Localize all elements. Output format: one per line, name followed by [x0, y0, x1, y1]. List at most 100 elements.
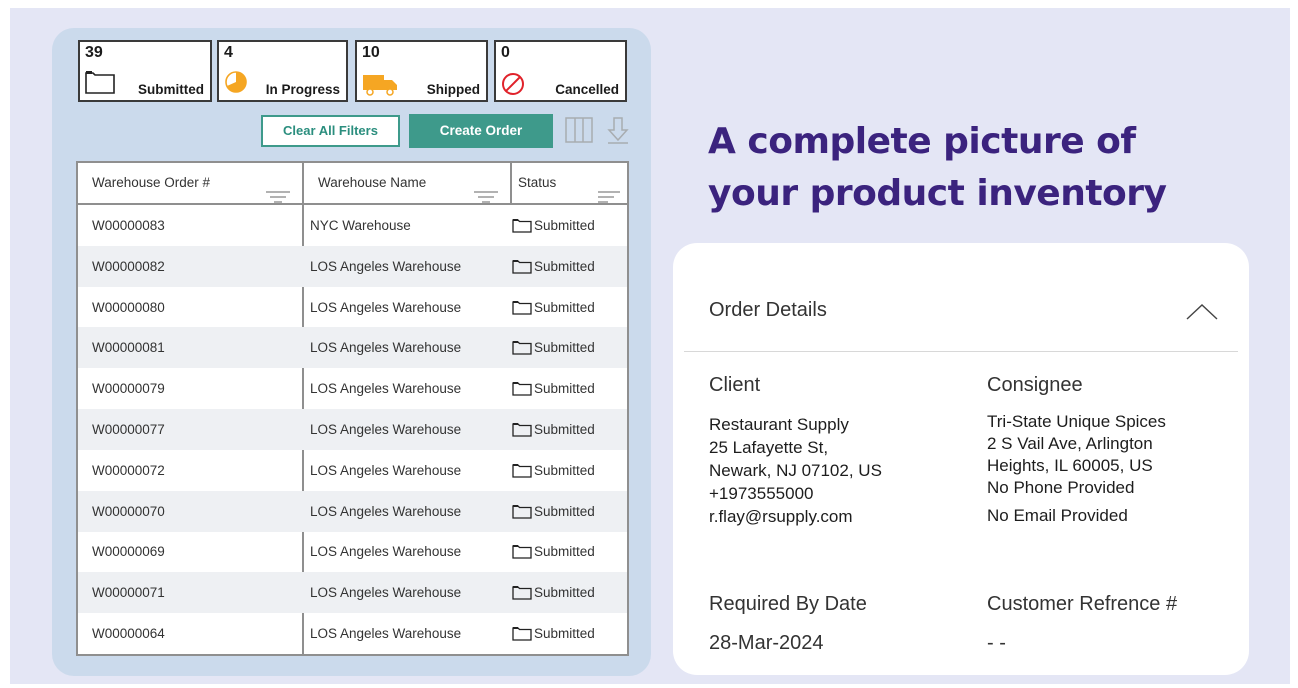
order-number-cell[interactable]: W00000080	[92, 287, 165, 328]
table-row[interactable]: W00000077 LOS Angeles Warehouse Submitted	[78, 409, 627, 450]
warehouse-name-cell: LOS Angeles Warehouse	[310, 422, 462, 437]
order-number-cell[interactable]: W00000072	[92, 450, 165, 491]
status-text: Submitted	[534, 462, 595, 478]
column-header-warehouse[interactable]: Warehouse Name	[304, 163, 510, 203]
column-header-status[interactable]: Status	[512, 163, 627, 203]
consignee-phone: No Phone Provided	[987, 478, 1135, 497]
table-row[interactable]: W00000072 LOS Angeles Warehouse Submitted	[78, 450, 627, 491]
consignee-email: No Email Provided	[987, 506, 1128, 525]
column-header-label: Warehouse Name	[318, 175, 427, 190]
status-cell: Submitted	[512, 409, 595, 450]
warehouse-name-cell: LOS Angeles Warehouse	[310, 258, 462, 274]
chevron-up-icon[interactable]	[1185, 303, 1219, 326]
stat-card-shipped[interactable]: 10 Shipped	[355, 40, 488, 102]
status-cell: Submitted	[512, 205, 595, 246]
order-number-cell[interactable]: W00000083	[92, 205, 165, 246]
marketing-headline: A complete picture of your product inven…	[708, 116, 1268, 220]
status-text: Submitted	[534, 544, 595, 560]
warehouse-name-cell: LOS Angeles Warehouse	[310, 626, 462, 641]
download-icon[interactable]	[607, 116, 629, 149]
consignee-address-line: Heights, IL 60005, US	[987, 456, 1153, 475]
stat-card-in-progress[interactable]: 4 In Progress	[217, 40, 348, 102]
stat-count: 39	[85, 44, 103, 61]
clear-all-filters-button[interactable]: Clear All Filters	[261, 115, 400, 147]
consignee-label: Consignee	[987, 374, 1083, 396]
folder-icon	[512, 381, 534, 396]
status-text: Submitted	[534, 218, 595, 233]
status-text: Submitted	[534, 258, 595, 274]
warehouse-name-cell: LOS Angeles Warehouse	[310, 585, 462, 601]
order-number-cell[interactable]: W00000070	[92, 491, 165, 532]
column-divider[interactable]	[510, 163, 512, 203]
table-header: Warehouse Order # Warehouse Name Status	[78, 163, 627, 205]
status-text: Submitted	[534, 503, 595, 519]
create-order-button[interactable]: Create Order	[409, 114, 553, 148]
status-cell: Submitted	[512, 368, 595, 409]
status-cell: Submitted	[512, 572, 595, 613]
table-row[interactable]: W00000079 LOS Angeles Warehouse Submitted	[78, 368, 627, 409]
table-row[interactable]: W00000071 LOS Angeles Warehouse Submitted	[78, 572, 627, 614]
required-by-date-label: Required By Date	[709, 593, 867, 615]
status-text: Submitted	[534, 626, 595, 641]
status-cell: Submitted	[512, 450, 595, 491]
status-cell: Submitted	[512, 613, 595, 654]
status-cell: Submitted	[512, 327, 595, 368]
order-number-cell[interactable]: W00000079	[92, 368, 165, 409]
table-row[interactable]: W00000064 LOS Angeles Warehouse Submitted	[78, 613, 627, 654]
status-text: Submitted	[534, 299, 595, 315]
stat-label: In Progress	[265, 82, 340, 97]
stat-card-cancelled[interactable]: 0 Cancelled	[494, 40, 627, 102]
status-cell: Submitted	[512, 246, 595, 287]
order-number-cell[interactable]: W00000082	[92, 246, 165, 287]
order-number-cell[interactable]: W00000077	[92, 409, 165, 450]
status-cell: Submitted	[512, 531, 595, 572]
column-header-label: Status	[518, 175, 557, 190]
order-number-cell[interactable]: W00000081	[92, 327, 165, 368]
column-header-order[interactable]: Warehouse Order #	[78, 163, 302, 203]
client-info: Restaurant Supply 25 Lafayette St, Newar…	[709, 413, 882, 528]
columns-icon[interactable]	[565, 116, 593, 149]
headline-line: your product inventory	[708, 173, 1167, 214]
warehouse-name-cell: LOS Angeles Warehouse	[310, 503, 462, 519]
table-row[interactable]: W00000069 LOS Angeles Warehouse Submitted	[78, 531, 627, 572]
client-address-line: 25 Lafayette St,	[709, 438, 829, 457]
folder-icon	[512, 504, 534, 519]
stat-label: Submitted	[138, 82, 204, 97]
table-row[interactable]: W00000082 LOS Angeles Warehouse Submitted	[78, 245, 627, 287]
stat-count: 10	[362, 44, 380, 61]
order-number-cell[interactable]: W00000069	[92, 531, 165, 572]
folder-icon	[512, 626, 534, 641]
warehouse-name-cell: LOS Angeles Warehouse	[310, 544, 462, 560]
status-text: Submitted	[534, 422, 595, 437]
order-number-cell[interactable]: W00000064	[92, 613, 165, 654]
status-cell: Submitted	[512, 287, 595, 328]
stat-card-submitted[interactable]: 39 Submitted	[78, 40, 212, 102]
consignee-info: Tri-State Unique Spices 2 S Vail Ave, Ar…	[987, 411, 1166, 527]
table-row[interactable]: W00000083 NYC Warehouse Submitted	[78, 205, 627, 246]
status-text: Submitted	[534, 381, 595, 397]
warehouse-name-cell: LOS Angeles Warehouse	[310, 340, 462, 356]
client-name: Restaurant Supply	[709, 415, 849, 434]
order-number-cell[interactable]: W00000071	[92, 572, 165, 613]
consignee-name: Tri-State Unique Spices	[987, 412, 1166, 431]
folder-icon	[512, 300, 534, 315]
stat-label: Shipped	[426, 82, 480, 97]
cancel-icon	[501, 72, 525, 101]
truck-icon	[362, 72, 398, 101]
warehouse-name-cell: LOS Angeles Warehouse	[310, 462, 462, 478]
stat-count: 0	[501, 44, 510, 61]
client-label: Client	[709, 374, 761, 396]
folder-icon	[512, 422, 534, 437]
table-row[interactable]: W00000070 LOS Angeles Warehouse Submitted	[78, 490, 627, 532]
table-row[interactable]: W00000081 LOS Angeles Warehouse Submitted	[78, 327, 627, 369]
table-row[interactable]: W00000080 LOS Angeles Warehouse Submitted	[78, 287, 627, 328]
divider	[684, 351, 1238, 352]
orders-table: Warehouse Order # Warehouse Name Status …	[76, 161, 629, 656]
folder-icon	[512, 340, 534, 356]
status-text: Submitted	[534, 585, 595, 601]
warehouse-name-cell: NYC Warehouse	[310, 218, 411, 233]
warehouse-name-cell: LOS Angeles Warehouse	[310, 299, 462, 315]
folder-icon	[512, 218, 534, 233]
warehouse-name-cell: LOS Angeles Warehouse	[310, 381, 462, 397]
headline-line: A complete picture of	[708, 121, 1136, 162]
